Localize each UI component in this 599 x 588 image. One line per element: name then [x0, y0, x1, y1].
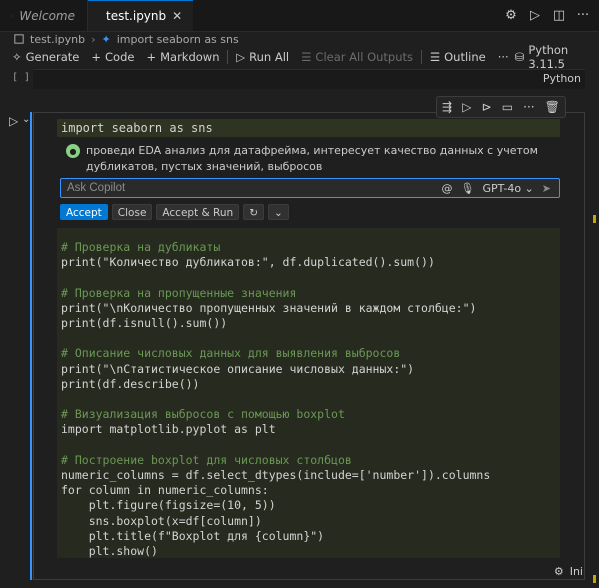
clear-outputs-label: Clear All Outputs [315, 50, 414, 64]
breadcrumb: test.ipynb › ✦ import seaborn as sns [0, 32, 599, 46]
kernel-picker[interactable]: ⛁ Python 3.11.5 [515, 43, 599, 71]
run-below-icon[interactable]: ▷ [462, 100, 471, 114]
execution-count: [ ] [12, 72, 31, 83]
code-line[interactable] [61, 438, 490, 453]
cell-status: ⚙ Ini [554, 565, 583, 578]
code-line[interactable]: print("Количество дубликатов:", df.dupli… [61, 255, 490, 270]
generate-label: Generate [25, 50, 80, 64]
code-line[interactable]: plt.show() [61, 544, 490, 559]
add-code-button[interactable]: + Code [85, 50, 140, 64]
split-editor-icon[interactable]: ◫ [551, 8, 567, 23]
play-icon[interactable]: ▷ [527, 8, 543, 23]
editor-actions: ⚙ ▷ ◫ ··· [503, 0, 599, 31]
code-line[interactable] [61, 270, 490, 285]
rerun-icon[interactable]: ↻ [243, 204, 265, 220]
ask-copilot-box: @ 🎙 GPT-4o ⌄ ➤ [60, 178, 560, 198]
run-all-icon: ▷ [236, 50, 246, 64]
plus-icon: + [146, 50, 157, 64]
play-icon[interactable]: ▷ [9, 114, 18, 128]
scrollbar-marker [593, 215, 596, 223]
code-line[interactable] [61, 392, 490, 407]
code-comment-line[interactable]: # Проверка на дубликаты [61, 240, 490, 255]
code-comment-line[interactable]: # Построение boxplot для числовых столбц… [61, 453, 490, 468]
code-line[interactable]: print("\nКоличество пропущенных значений… [61, 301, 490, 316]
accept-button[interactable]: Accept [60, 204, 108, 220]
close-icon[interactable]: ✕ [172, 9, 182, 23]
code-line[interactable]: numeric_columns = df.select_dtypes(inclu… [61, 468, 490, 483]
chevron-down-icon[interactable]: ⌄ [268, 204, 289, 220]
collapsed-cell[interactable] [33, 69, 585, 89]
tab-welcome[interactable]: Welcome [0, 0, 88, 31]
tab-test-ipynb[interactable]: test.ipynb ✕ [88, 0, 193, 31]
clear-all-icon: ☰ [301, 50, 312, 64]
code-label: Code [105, 50, 135, 64]
run-above-icon[interactable]: ⇶ [442, 100, 452, 114]
code-comment-line[interactable]: # Описание числовых данных для выявления… [61, 346, 490, 361]
sparkle-icon: ✧ [12, 50, 22, 64]
cell-language[interactable]: Python [543, 72, 581, 85]
markdown-label: Markdown [160, 50, 220, 64]
tab-bar: Welcome test.ipynb ✕ ⚙ ▷ ◫ ··· [0, 0, 599, 32]
code-line[interactable]: import matplotlib.pyplot as plt [61, 422, 490, 437]
code-line[interactable]: print(df.isnull().sum()) [61, 316, 490, 331]
tab-label: test.ipynb [106, 9, 167, 23]
mention-icon[interactable]: @ [442, 182, 453, 195]
divider [421, 50, 422, 64]
outline-button[interactable]: ☰ Outline [424, 50, 492, 64]
run-all-label: Run All [249, 50, 290, 64]
notebook-icon [14, 34, 24, 44]
divider [227, 50, 229, 64]
code-line[interactable]: for column in numeric_columns: [61, 483, 490, 498]
cell-focus-indicator [30, 112, 32, 580]
breadcrumb-cell[interactable]: import seaborn as sns [117, 33, 239, 46]
code-line[interactable]: print(df.describe()) [61, 377, 490, 392]
ellipsis-icon[interactable]: ··· [575, 8, 591, 23]
python-icon: ✦ [101, 32, 111, 46]
chevron-down-icon[interactable]: ⌄ [22, 114, 30, 125]
copilot-prompt: проведи EDA анализ для датафрейма, интер… [86, 144, 538, 173]
tab-label: Welcome [19, 8, 75, 23]
clear-outputs-button[interactable]: ☰ Clear All Outputs [295, 50, 419, 64]
close-button[interactable]: Close [111, 204, 153, 220]
cell-toolbar: ⇶ ▷ ⊳ ▭ ··· 🗑 [436, 96, 566, 118]
accept-run-button[interactable]: Accept & Run [156, 204, 240, 220]
send-icon[interactable]: ➤ [542, 182, 551, 195]
kernel-icon: ⛁ [514, 50, 525, 64]
code-line[interactable]: import seaborn as sns [57, 119, 560, 137]
code-line[interactable]: sns.boxplot(x=df[column]) [61, 514, 490, 529]
scrollbar-marker [593, 575, 596, 583]
trash-icon[interactable]: 🗑 [545, 100, 560, 114]
cell-language[interactable]: Ini [570, 565, 583, 578]
chevron-right-icon: › [91, 32, 96, 46]
code-comment-line[interactable]: # Визуализация выбросов с помощью boxplo… [61, 407, 490, 422]
model-picker[interactable]: GPT-4o ⌄ [482, 182, 533, 195]
list-icon: ☰ [429, 50, 441, 64]
run-next-icon[interactable]: ⊳ [482, 100, 492, 114]
code-line[interactable] [61, 331, 490, 346]
ask-copilot-input[interactable] [67, 182, 442, 194]
add-markdown-button[interactable]: + Markdown [140, 50, 225, 64]
plus-icon: + [91, 50, 101, 64]
ellipsis-icon[interactable]: ··· [523, 100, 534, 114]
language-mode-icon: ⚙ [553, 565, 564, 578]
code-line[interactable]: plt.figure(figsize=(10, 5)) [61, 498, 490, 513]
model-label: GPT-4o [482, 181, 522, 195]
copilot-actions: Accept Close Accept & Run ↻ ⌄ [60, 204, 289, 220]
vscode-icon [12, 14, 14, 17]
breadcrumb-file[interactable]: test.ipynb [30, 33, 85, 46]
ask-tools: @ 🎙 GPT-4o ⌄ ➤ [442, 182, 559, 195]
run-all-button[interactable]: ▷ Run All [230, 50, 295, 64]
microphone-icon[interactable]: 🎙 [461, 182, 475, 195]
outline-label: Outline [444, 50, 486, 64]
code-comment-line[interactable]: # Проверка на пропущенные значения [61, 286, 490, 301]
split-cell-icon[interactable]: ▭ [502, 100, 513, 114]
gear-icon[interactable]: ⚙ [503, 8, 519, 23]
code-line[interactable]: print("\nСтатистическое описание числовы… [61, 362, 490, 377]
code-line[interactable]: plt.title(f"Boxplot для {column}") [61, 529, 490, 544]
notebook-toolbar: ✧ Generate + Code + Markdown ▷ Run All ☰… [0, 43, 599, 71]
generate-button[interactable]: ✧ Generate [6, 50, 85, 64]
code-lines[interactable]: # Проверка на дубликаты print("Количество… [61, 240, 490, 559]
more-actions-button[interactable]: ··· [492, 50, 515, 64]
kernel-label: Python 3.11.5 [528, 43, 569, 71]
